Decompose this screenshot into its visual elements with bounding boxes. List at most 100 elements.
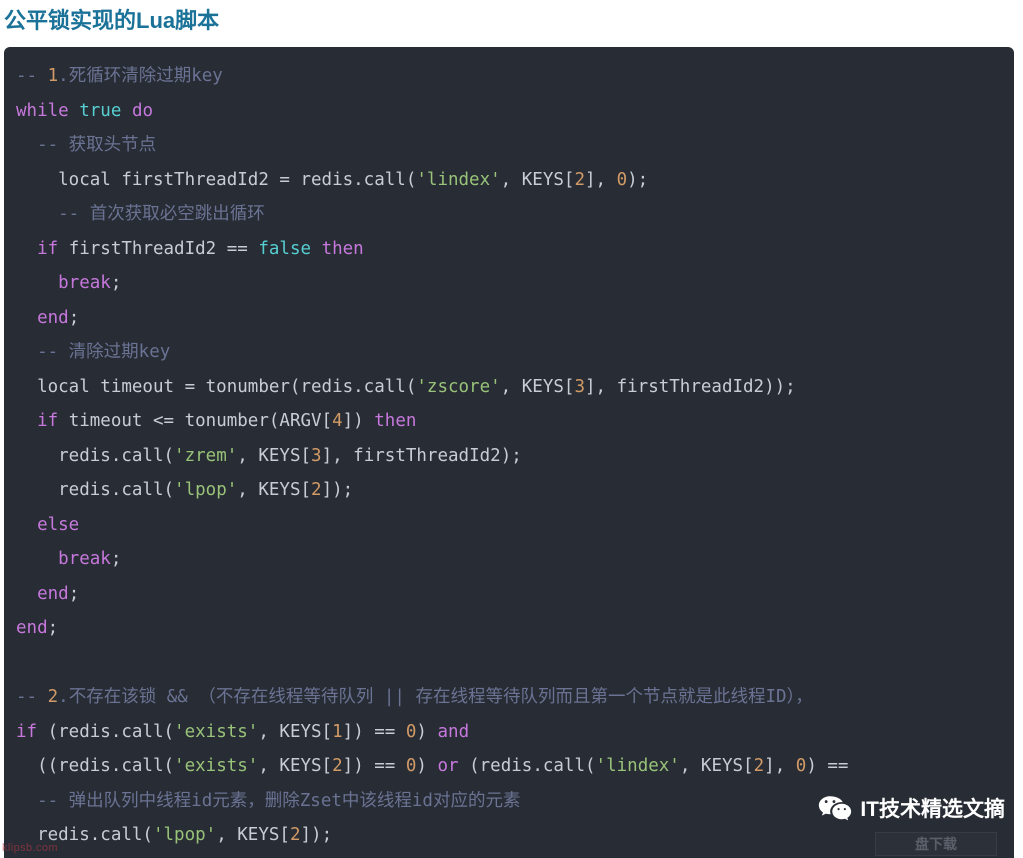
code-token-pln xyxy=(69,101,80,121)
code-token-num: 3 xyxy=(574,376,585,397)
code-line: redis.call('zrem', KEYS[3], firstThreadI… xyxy=(16,439,1014,474)
code-block: -- 1.死循环清除过期key while true do -- 获取头节点 lo… xyxy=(4,47,1014,858)
code-token-pln: redis.call( xyxy=(16,480,175,500)
code-token-kw: then xyxy=(374,411,417,431)
code-token-pln: local firstThreadId2 = redis.call( xyxy=(16,169,417,190)
code-token-num: 1 xyxy=(47,66,59,86)
code-token-str: 'lindex' xyxy=(416,169,501,190)
code-token-pln: , KEYS[ xyxy=(500,169,575,190)
code-token-pln xyxy=(16,308,37,328)
code-token-pln: local timeout = tonumber(redis.call( xyxy=(16,376,417,397)
code-token-kw: break xyxy=(58,273,111,293)
code-token-kw: break xyxy=(58,549,111,569)
code-line: -- 获取头节点 xyxy=(16,128,1014,163)
code-token-pln: ; xyxy=(68,307,80,328)
code-token-kw: if xyxy=(37,238,59,259)
code-token-pln: , KEYS[ xyxy=(237,445,312,466)
code-token-pln xyxy=(16,549,58,569)
code-token-kw: and xyxy=(437,721,470,742)
code-token-cmt: -- 弹出队列中线程id元素，删除Zset中该线程id对应的元素 xyxy=(16,790,521,811)
code-token-pln: firstThreadId2 == xyxy=(58,238,259,259)
code-token-pln xyxy=(311,239,322,259)
code-token-pln: , KEYS[ xyxy=(258,721,333,742)
code-scroll-area[interactable]: -- 1.死循环清除过期key while true do -- 获取头节点 lo… xyxy=(4,59,1014,858)
code-token-num: 1 xyxy=(332,721,343,742)
code-line: -- 1.死循环清除过期key xyxy=(16,59,1014,94)
code-token-pln: ], xyxy=(584,169,617,190)
code-token-pln xyxy=(16,273,58,293)
code-token-num: 3 xyxy=(311,445,322,466)
code-token-pln: ) xyxy=(416,721,438,742)
code-line: if (redis.call('exists', KEYS[1]) == 0) … xyxy=(16,715,1014,750)
code-line: end; xyxy=(16,611,1014,646)
code-token-kw: then xyxy=(321,238,364,259)
code-token-str: 'zscore' xyxy=(416,376,501,397)
code-token-str: 'zrem' xyxy=(174,445,238,466)
code-token-num: 0 xyxy=(616,169,628,190)
code-line: redis.call('lpop', KEYS[2]); xyxy=(16,818,1014,853)
code-token-pln: ) == xyxy=(806,756,849,776)
code-token-pln: , KEYS[ xyxy=(500,376,575,397)
code-token-pln xyxy=(16,584,37,604)
code-token-str: 'exists' xyxy=(174,756,259,776)
code-token-kw: else xyxy=(37,514,80,535)
code-token-pln: (redis.call( xyxy=(37,721,175,742)
code-token-cmt: -- 首次获取必空跳出循环 xyxy=(16,204,265,224)
code-line: ((redis.call('exists', KEYS[2]) == 0) or… xyxy=(16,749,1014,784)
code-token-cmt: .不存在该锁 && （不存在线程等待队列 || 存在线程等待队列而且第一个节点就… xyxy=(58,687,813,707)
code-token-cmt: .死循环清除过期key xyxy=(58,66,223,86)
page-title: 公平锁实现的Lua脚本 xyxy=(4,8,220,33)
code-token-num: 2 xyxy=(753,756,765,776)
code-line: break; xyxy=(16,266,1014,301)
code-token-pln: ], firstThreadId2); xyxy=(321,445,522,466)
code-token-kw: end xyxy=(37,307,69,328)
code-token-kw: end xyxy=(37,583,69,604)
code-token-pln: ); xyxy=(627,169,649,190)
code-token-kw: end xyxy=(16,618,48,638)
wechat-logo-icon xyxy=(818,795,852,821)
code-token-pln: , KEYS[ xyxy=(679,756,754,776)
code-line: local firstThreadId2 = redis.call('linde… xyxy=(16,163,1014,198)
code-token-pln xyxy=(121,101,132,121)
code-token-num: 4 xyxy=(332,411,343,431)
corner-watermark: 盘下载 xyxy=(875,832,997,856)
code-token-bool: true xyxy=(79,100,122,121)
code-line: end; xyxy=(16,577,1014,612)
code-token-kw: do xyxy=(131,100,154,121)
code-line: else xyxy=(16,508,1014,543)
code-token-pln: , KEYS[ xyxy=(258,756,333,776)
code-token-pln: ; xyxy=(68,583,80,604)
code-token-pln: redis.call( xyxy=(16,445,175,466)
code-token-pln: ]) == xyxy=(342,756,406,776)
code-token-kw: or xyxy=(437,756,459,776)
code-line: if timeout <= tonumber(ARGV[4]) then xyxy=(16,404,1014,439)
wechat-account-name: IT技术精选文摘 xyxy=(860,798,1005,821)
code-token-num: 2 xyxy=(332,756,343,776)
code-token-cmt: -- xyxy=(16,66,48,86)
code-token-pln: ]) == xyxy=(342,721,406,742)
code-token-str: 'lindex' xyxy=(595,756,680,776)
code-token-num: 0 xyxy=(405,756,417,776)
code-token-pln: ]) xyxy=(342,411,375,431)
code-token-pln: , KEYS[ xyxy=(237,480,312,500)
code-token-kw: if xyxy=(37,411,59,431)
code-token-pln: (redis.call( xyxy=(458,756,596,776)
code-line: local timeout = tonumber(redis.call('zsc… xyxy=(16,370,1014,405)
code-token-num: 2 xyxy=(47,687,59,707)
code-line: end; xyxy=(16,301,1014,336)
url-watermark: klipsb.com xyxy=(2,842,58,854)
code-token-bool: false xyxy=(258,238,312,259)
code-token-pln: ) xyxy=(416,756,438,776)
code-line: -- 首次获取必空跳出循环 xyxy=(16,197,1014,232)
code-line: -- 2.不存在该锁 && （不存在线程等待队列 || 存在线程等待队列而且第一… xyxy=(16,680,1014,715)
code-line: redis.call('lpop', KEYS[2]); xyxy=(16,473,1014,508)
code-token-pln: ((redis.call( xyxy=(16,756,175,776)
code-line: while true do xyxy=(16,94,1014,129)
code-token-str: 'lpop' xyxy=(152,825,217,845)
code-token-pln: ; xyxy=(47,618,59,638)
code-token-cmt: -- 获取头节点 xyxy=(16,135,157,155)
lua-source-code: -- 1.死循环清除过期key while true do -- 获取头节点 lo… xyxy=(4,59,1014,853)
code-token-num: 2 xyxy=(574,169,585,190)
code-token-str: 'lpop' xyxy=(174,480,238,500)
wechat-watermark: IT技术精选文摘 xyxy=(818,793,1005,823)
